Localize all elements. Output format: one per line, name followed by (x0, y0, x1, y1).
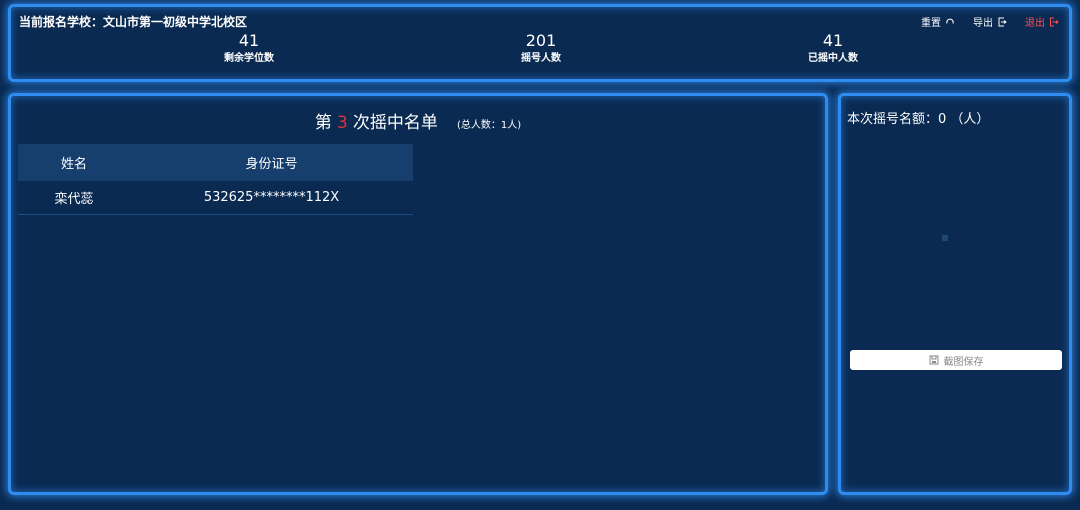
quota-panel: 本次摇号名额：0 （人） 截图保存 (838, 93, 1072, 495)
total-count: (总人数：1人) (456, 120, 522, 131)
cell-id-number: 532625********112X (130, 181, 413, 215)
stat-value: 41 (822, 31, 844, 50)
reset-button[interactable]: 重置 (921, 14, 955, 29)
export-button[interactable]: 导出 (973, 14, 1007, 29)
cell-name: 栾代蕊 (18, 181, 130, 215)
round-number: 3 (336, 113, 348, 133)
list-title: 第 3 次摇中名单 (总人数：1人) (11, 108, 825, 133)
top-actions: 重置 导出 退出 (921, 14, 1059, 29)
export-icon (998, 17, 1007, 26)
logout-icon (1050, 17, 1059, 26)
column-header-name: 姓名 (18, 144, 130, 181)
stat-label: 已摇中人数 (808, 53, 858, 64)
stat-value: 201 (525, 31, 557, 50)
title-suffix: 次摇中名单 (352, 113, 438, 133)
top-panel: 当前报名学校：文山市第一初级中学北校区 重置 导出 退出 41 剩余学位数 20… (8, 4, 1072, 82)
table-header-row: 姓名 身份证号 (18, 144, 413, 181)
logout-button[interactable]: 退出 (1025, 14, 1059, 29)
school-title: 当前报名学校：文山市第一初级中学北校区 (19, 15, 248, 29)
reset-label: 重置 (921, 18, 941, 29)
logout-label: 退出 (1025, 18, 1045, 29)
winner-list-panel: 第 3 次摇中名单 (总人数：1人) 姓名 身份证号 栾代蕊 532625***… (8, 93, 828, 495)
save-icon (929, 355, 938, 365)
stat-label: 摇号人数 (521, 53, 561, 64)
refresh-icon (946, 18, 954, 24)
stat-label: 剩余学位数 (224, 53, 274, 64)
winner-table: 姓名 身份证号 栾代蕊 532625********112X (18, 144, 413, 215)
stat-applicants: 201 摇号人数 (471, 31, 611, 66)
stat-selected-count: 41 已摇中人数 (763, 31, 903, 66)
column-header-id: 身份证号 (130, 144, 413, 181)
loading-placeholder (942, 235, 948, 241)
stat-value: 41 (238, 31, 260, 50)
table-row: 栾代蕊 532625********112X (18, 181, 413, 215)
title-prefix: 第 (314, 113, 332, 133)
export-label: 导出 (973, 18, 993, 29)
quota-text: 本次摇号名额：0 （人） (847, 112, 990, 127)
screenshot-save-button[interactable]: 截图保存 (850, 350, 1062, 370)
save-label: 截图保存 (943, 356, 984, 368)
stat-remaining-seats: 41 剩余学位数 (179, 31, 319, 66)
